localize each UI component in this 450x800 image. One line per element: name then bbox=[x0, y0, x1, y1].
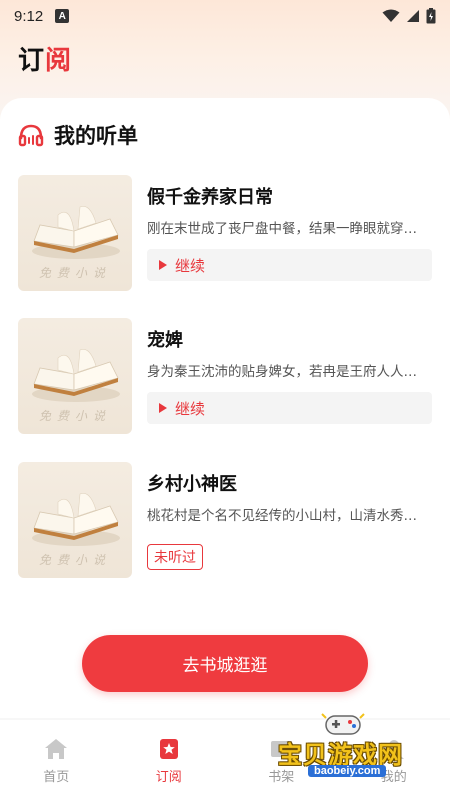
play-icon bbox=[159, 403, 167, 413]
play-icon bbox=[159, 260, 167, 270]
book-title: 假千金养家日常 bbox=[147, 187, 273, 208]
book-title: 宠婢 bbox=[147, 330, 183, 351]
status-bar: 9:12 A bbox=[0, 0, 450, 32]
book-description: 桃花村是个名不见经传的小山村，山清水秀… bbox=[147, 508, 417, 524]
cover-text: 免费小说 bbox=[38, 553, 111, 567]
book-item[interactable]: 免费小说 宠婢 身为秦王沈沛的贴身婢女，若冉是王府人人… 继续 bbox=[18, 318, 432, 434]
continue-label: 继续 bbox=[175, 399, 206, 418]
book-cover: 免费小说 bbox=[18, 175, 132, 291]
page-title-part1: 订 bbox=[18, 46, 46, 76]
book-item[interactable]: 免费小说 乡村小神医 桃花村是个名不见经传的小山村，山清水秀… 未听过 bbox=[18, 462, 432, 578]
tab-label: 首页 bbox=[43, 770, 70, 785]
continue-label: 继续 bbox=[175, 256, 206, 275]
tab-subscribe[interactable]: 订阅 bbox=[113, 720, 226, 800]
page-title-part2: 阅 bbox=[45, 46, 73, 76]
watermark-url: baobeiy.com bbox=[308, 765, 387, 777]
unheard-badge: 未听过 bbox=[147, 544, 203, 570]
book-title: 乡村小神医 bbox=[147, 474, 237, 495]
notification-icon: A bbox=[55, 9, 70, 23]
go-to-bookstore-button[interactable]: 去书城逛逛 bbox=[82, 635, 368, 692]
book-cover: 免费小说 bbox=[18, 318, 132, 434]
page-title: 订阅 bbox=[18, 40, 72, 77]
signal-icon bbox=[407, 10, 419, 22]
cover-text: 免费小说 bbox=[38, 266, 111, 280]
status-time: 9:12 bbox=[14, 7, 44, 25]
cover-text: 免费小说 bbox=[38, 409, 111, 423]
book-item[interactable]: 免费小说 假千金养家日常 刚在末世成了丧尸盘中餐，结果一睁眼就穿… 继续 bbox=[18, 175, 432, 291]
wifi-icon bbox=[382, 9, 400, 22]
book-cover: 免费小说 bbox=[18, 462, 132, 578]
battery-icon bbox=[426, 8, 436, 24]
gamepad-icon bbox=[321, 713, 365, 735]
tab-label: 订阅 bbox=[155, 770, 182, 785]
section-title: 我的听单 bbox=[54, 124, 138, 148]
headphones-icon bbox=[18, 124, 44, 147]
book-description: 身为秦王沈沛的贴身婢女，若冉是王府人人… bbox=[147, 364, 417, 380]
book-description: 刚在末世成了丧尸盘中餐，结果一睁眼就穿… bbox=[147, 221, 417, 237]
status-icons bbox=[382, 8, 436, 24]
section-header: 我的听单 bbox=[18, 120, 138, 150]
continue-button[interactable]: 继续 bbox=[147, 249, 432, 281]
watermark: 宝贝游戏网 baobeiy.com bbox=[268, 710, 428, 780]
bookmark-star-icon bbox=[159, 739, 178, 759]
tab-home[interactable]: 首页 bbox=[0, 720, 113, 800]
continue-button[interactable]: 继续 bbox=[147, 392, 432, 424]
home-icon bbox=[45, 739, 68, 759]
